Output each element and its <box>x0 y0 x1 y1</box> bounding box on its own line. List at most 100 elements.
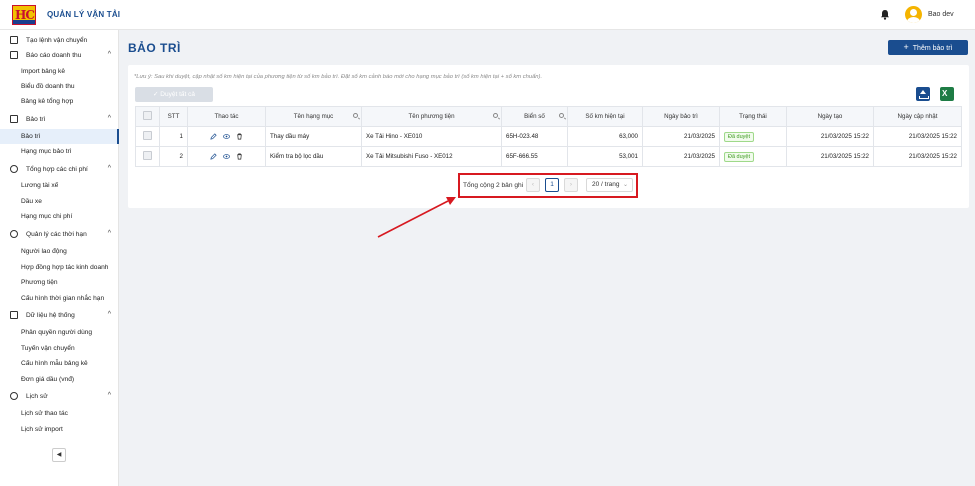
sidebar-group-deadlines[interactable]: Quản lý các thời hạn ^ <box>0 227 119 242</box>
collapse-sidebar-button[interactable]: ◀ <box>52 448 66 462</box>
header-plate[interactable]: Biển số <box>501 106 568 127</box>
wrench-icon <box>10 115 18 123</box>
sidebar-item-import[interactable]: Import bảng kê <box>0 64 119 79</box>
row-status: Đã duyệt <box>719 126 787 147</box>
header-stt[interactable]: STT <box>159 106 188 127</box>
header-status[interactable]: Trạng thái <box>719 106 787 127</box>
clock-icon <box>10 230 18 238</box>
table-header-row: STT Thao tác Tên hạng mục Tên phương tiệ… <box>135 106 962 127</box>
header-actions: Thao tác <box>187 106 266 127</box>
row-vehicle: Xe Tải Hino - XE010 <box>361 126 502 147</box>
row-status: Đã duyệt <box>719 146 787 167</box>
sidebar-item-vehicles[interactable]: Phương tiện <box>0 275 119 290</box>
table-row[interactable]: 1 Thay dầu máy Xe Tải Hino - XE010 65H-0… <box>135 126 962 147</box>
row-created: 21/03/2025 15:22 <box>786 146 874 167</box>
edit-icon[interactable] <box>210 133 217 140</box>
row-actions <box>187 126 266 147</box>
trash-icon[interactable] <box>236 153 243 160</box>
row-item: Kiểm tra bộ lọc dầu <box>265 146 362 167</box>
header-vehicle[interactable]: Tên phương tiện <box>361 106 502 127</box>
sidebar-item-import-history[interactable]: Lịch sử import <box>0 422 119 437</box>
chevron-up-icon: ^ <box>107 392 111 399</box>
add-maintenance-button[interactable]: + Thêm bảo trì <box>888 40 968 55</box>
sidebar-group-system-data[interactable]: Dữ liệu hệ thống ^ <box>0 308 119 323</box>
header-km[interactable]: Số km hiện tại <box>567 106 643 127</box>
sidebar-item-contracts[interactable]: Hợp đồng hợp tác kinh doanh <box>0 260 119 275</box>
row-maint-date: 21/03/2025 <box>642 146 720 167</box>
sidebar-item-action-history[interactable]: Lịch sử thao tác <box>0 406 119 421</box>
sidebar-group-costs[interactable]: Tổng hợp các chi phí ^ <box>0 162 119 177</box>
sidebar-item-create-order[interactable]: Tạo lệnh vận chuyển <box>0 33 119 48</box>
maintenance-table: STT Thao tác Tên hạng mục Tên phương tiệ… <box>135 106 962 167</box>
sidebar-item-routes[interactable]: Tuyến vận chuyển <box>0 341 119 356</box>
row-stt: 2 <box>159 146 188 167</box>
search-icon[interactable] <box>493 113 498 118</box>
sidebar-item-permissions[interactable]: Phân quyền người dùng <box>0 325 119 340</box>
user-avatar[interactable] <box>905 6 922 23</box>
sidebar-item-fuel[interactable]: Dầu xe <box>0 194 119 209</box>
sidebar-item-template-config[interactable]: Cấu hình mẫu bảng kê <box>0 356 119 371</box>
database-icon <box>10 311 18 319</box>
header-item[interactable]: Tên hạng mục <box>265 106 362 127</box>
row-plate: 65H-023.48 <box>501 126 568 147</box>
history-icon <box>10 392 18 400</box>
header-updated[interactable]: Ngày cập nhật <box>873 106 962 127</box>
header-maint-date[interactable]: Ngày bảo trì <box>642 106 720 127</box>
sidebar-group-maintenance[interactable]: Bảo trì ^ <box>0 112 119 127</box>
chevron-up-icon: ^ <box>107 115 111 122</box>
row-stt: 1 <box>159 126 188 147</box>
sidebar-item-driver-salary[interactable]: Lương tài xế <box>0 178 119 193</box>
chevron-up-icon: ^ <box>107 230 111 237</box>
row-updated: 21/03/2025 15:22 <box>873 146 962 167</box>
sidebar-item-summary[interactable]: Bảng kê tổng hợp <box>0 94 119 109</box>
row-km: 63,000 <box>567 126 643 147</box>
row-checkbox[interactable] <box>135 146 160 167</box>
eye-icon[interactable] <box>223 153 230 160</box>
chevron-up-icon: ^ <box>107 165 111 172</box>
row-vehicle: Xe Tải Mitsubishi Fuso - XE012 <box>361 146 502 167</box>
sidebar-group-revenue[interactable]: Báo cáo doanh thu ^ <box>0 48 119 63</box>
export-upload-button[interactable] <box>916 87 930 101</box>
sidebar-item-reminder-config[interactable]: Cấu hình thời gian nhắc hạn <box>0 291 119 306</box>
trash-icon[interactable] <box>236 133 243 140</box>
table-row[interactable]: 2 Kiểm tra bộ lọc dầu Xe Tải Mitsubishi … <box>135 146 962 167</box>
row-checkbox[interactable] <box>135 126 160 147</box>
app-logo[interactable]: HC <box>12 5 36 25</box>
page-title: BẢO TRÌ <box>128 41 181 55</box>
sidebar-item-revenue-chart[interactable]: Biểu đồ doanh thu <box>0 79 119 94</box>
search-icon[interactable] <box>559 113 564 118</box>
plus-icon: + <box>903 42 909 52</box>
sidebar-item-cost-categories[interactable]: Hạng mục chi phí <box>0 209 119 224</box>
eye-icon[interactable] <box>223 133 230 140</box>
row-created: 21/03/2025 15:22 <box>786 126 874 147</box>
select-all-checkbox[interactable] <box>135 106 160 127</box>
row-actions <box>187 146 266 167</box>
user-name[interactable]: Bao dev <box>928 11 954 18</box>
top-bar: HC QUẢN LÝ VẬN TẢI Bao dev <box>0 0 975 30</box>
sidebar-item-maintenance-categories[interactable]: Hạng mục bảo trì <box>0 144 119 159</box>
row-updated: 21/03/2025 15:22 <box>873 126 962 147</box>
highlight-box <box>458 173 638 198</box>
row-item: Thay dầu máy <box>265 126 362 147</box>
status-badge: Đã duyệt <box>724 131 755 142</box>
sidebar-item-workers[interactable]: Người lao động <box>0 244 119 259</box>
edit-icon[interactable] <box>210 153 217 160</box>
approval-note: *Lưu ý: Sau khi duyệt, cập nhật số km hi… <box>134 74 543 80</box>
excel-export-button[interactable]: X <box>940 87 954 101</box>
bar-chart-icon <box>10 51 18 59</box>
sidebar: Tạo lệnh vận chuyển Báo cáo doanh thu ^ I… <box>0 30 119 486</box>
row-km: 53,001 <box>567 146 643 167</box>
excel-icon: X <box>942 89 948 98</box>
bell-icon[interactable] <box>880 9 890 20</box>
row-maint-date: 21/03/2025 <box>642 126 720 147</box>
chevron-up-icon: ^ <box>107 311 111 318</box>
app-title: QUẢN LÝ VẬN TẢI <box>47 10 121 19</box>
sidebar-group-history[interactable]: Lịch sử ^ <box>0 389 119 404</box>
header-created[interactable]: Ngày tạo <box>786 106 874 127</box>
sidebar-item-maintenance[interactable]: Bảo trì <box>0 129 119 144</box>
upload-box-icon <box>10 36 18 44</box>
search-icon[interactable] <box>353 113 358 118</box>
sidebar-item-fuel-price[interactable]: Đơn giá dầu (vnđ) <box>0 372 119 387</box>
approve-all-button[interactable]: ✓ Duyệt tất cả <box>135 87 213 102</box>
row-plate: 65F-666.55 <box>501 146 568 167</box>
